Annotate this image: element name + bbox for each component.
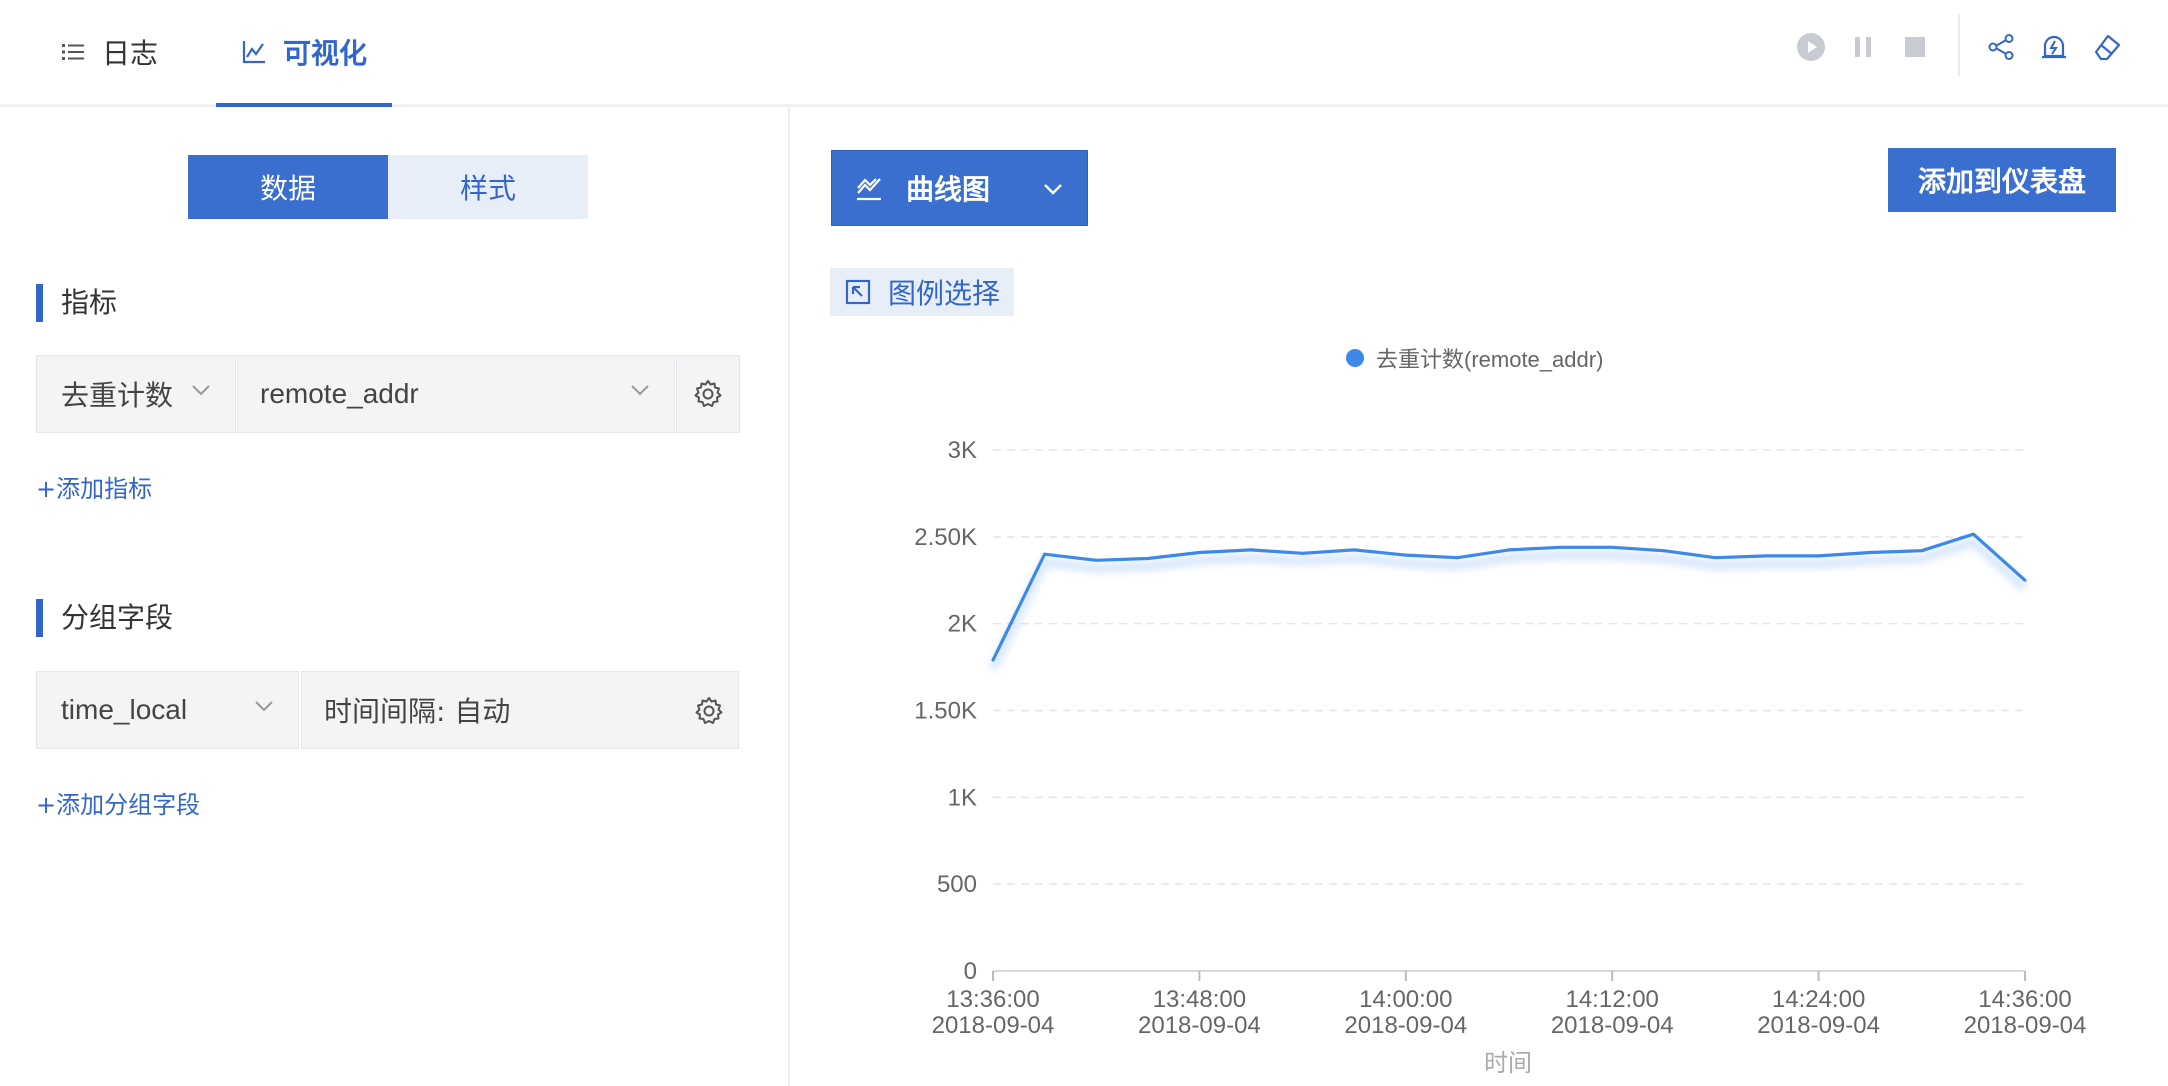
y-tick-label: 1K (948, 784, 977, 811)
gear-icon (695, 697, 723, 724)
series-point (1352, 548, 1356, 552)
legend-select-button[interactable]: 图例选择 (830, 268, 1014, 316)
top-bar: 日志 可视化 (0, 0, 2168, 107)
series-point (1713, 556, 1717, 560)
add-group-field-link[interactable]: +添加分组字段 (36, 785, 200, 820)
series-point (1249, 548, 1253, 552)
x-tick-label-time: 14:00:00 (1359, 986, 1452, 1013)
y-tick-label: 3K (948, 437, 977, 464)
toolbar-divider (1958, 14, 1960, 76)
share-button[interactable] (1984, 30, 2018, 64)
group-field-value: time_local (61, 694, 188, 725)
metric-field-value: remote_addr (260, 378, 419, 409)
metric-aggregation-select[interactable]: 去重计数 (36, 355, 236, 433)
x-tick-label-date: 2018-09-04 (1551, 1012, 1674, 1039)
legend-select-label: 图例选择 (888, 277, 1001, 310)
series-point (1094, 558, 1098, 562)
series-point (991, 658, 995, 662)
play-icon (1797, 33, 1825, 61)
x-tick-label-time: 14:12:00 (1565, 986, 1658, 1013)
series-line (991, 532, 2027, 661)
pause-icon (1855, 37, 1871, 57)
series-point (1146, 557, 1150, 561)
legend-label: 去重计数(remote_addr) (1376, 347, 1604, 372)
line-chart-icon (242, 41, 265, 64)
series-point (1404, 553, 1408, 557)
x-tick-label-time: 14:36:00 (1978, 986, 2071, 1013)
chart-type-label: 曲线图 (906, 173, 991, 206)
tab-logs-label: 日志 (102, 37, 159, 70)
metric-aggregation-value: 去重计数 (61, 379, 174, 412)
x-tick-label-date: 2018-09-04 (1138, 1012, 1261, 1039)
metric-field-select[interactable]: remote_addr (237, 355, 675, 433)
series-point (1197, 550, 1201, 554)
series-point (1301, 551, 1305, 555)
x-axis-title: 时间 (1484, 1050, 1532, 1077)
chevron-down-icon (255, 701, 273, 712)
legend-color-dot (1346, 349, 1364, 367)
x-tick-label-time: 14:24:00 (1772, 986, 1865, 1013)
series-point (1043, 552, 1047, 556)
chart-legend-item[interactable]: 去重计数(remote_addr) (1346, 342, 1603, 374)
add-to-dashboard-button[interactable]: 添加到仪表盘 (1888, 148, 2116, 212)
x-tick-label-date: 2018-09-04 (1964, 1012, 2087, 1039)
series-point (1455, 556, 1459, 560)
pause-button[interactable] (1846, 30, 1880, 64)
clear-button[interactable] (2090, 30, 2124, 64)
series-point (1559, 545, 1563, 549)
chevron-down-icon (1044, 184, 1062, 195)
x-tick-label-time: 13:36:00 (946, 986, 1039, 1013)
series-point (1662, 549, 1666, 553)
alarm-bell-icon (2042, 35, 2066, 59)
y-tick-label: 2.50K (914, 524, 977, 551)
tab-style[interactable]: 样式 (388, 155, 588, 219)
y-tick-label: 1.50K (914, 698, 977, 725)
x-tick-label-date: 2018-09-04 (1344, 1012, 1467, 1039)
interval-settings-button[interactable] (694, 696, 724, 733)
series-point (1507, 548, 1511, 552)
series-line-shadow (989, 537, 2028, 670)
group-interval-value: 时间间隔: 自动 (324, 695, 511, 728)
gear-icon (694, 380, 722, 407)
list-icon (62, 44, 84, 60)
y-tick-label: 2K (948, 611, 977, 638)
stop-button[interactable] (1898, 30, 1932, 64)
y-tick-label: 500 (937, 871, 977, 898)
y-tick-label: 0 (964, 958, 977, 985)
add-metric-link[interactable]: +添加指标 (36, 469, 152, 504)
stop-icon (1905, 37, 1925, 57)
tab-visualize-label: 可视化 (282, 37, 367, 70)
group-interval-select[interactable]: 时间间隔: 自动 (301, 671, 739, 749)
metrics-section-title: 指标 (36, 284, 117, 322)
x-tick-label-time: 13:48:00 (1153, 986, 1246, 1013)
series-point (1868, 550, 1872, 554)
tab-data[interactable]: 数据 (188, 155, 388, 219)
x-tick-label-date: 2018-09-04 (1757, 1012, 1880, 1039)
series-point (1817, 554, 1821, 558)
chevron-down-icon (192, 385, 210, 396)
metric-settings-button[interactable] (676, 355, 740, 433)
group-field-select[interactable]: time_local (36, 671, 299, 749)
share-icon (1988, 34, 2014, 60)
chart-type-dropdown[interactable]: 曲线图 (831, 150, 1088, 226)
line-chart-icon (857, 178, 881, 201)
legend-select-icon (845, 279, 871, 305)
tab-logs[interactable]: 日志 (60, 0, 158, 104)
series-point (1920, 549, 1924, 553)
tab-visualize[interactable]: 可视化 (216, 0, 392, 107)
play-button[interactable] (1794, 30, 1828, 64)
series-point (1610, 545, 1614, 549)
x-tick-label-date: 2018-09-04 (932, 1012, 1055, 1039)
series-point (1765, 554, 1769, 558)
series-point (1971, 532, 1975, 536)
series-point (2023, 578, 2027, 582)
eraser-icon (2094, 34, 2121, 61)
alert-button[interactable] (2037, 30, 2071, 64)
config-panel: 数据 样式 指标 去重计数 remote_addr +添加指标 分组字段 tim… (0, 107, 790, 1086)
group-section-title: 分组字段 (36, 599, 173, 637)
chevron-down-icon (631, 385, 649, 396)
